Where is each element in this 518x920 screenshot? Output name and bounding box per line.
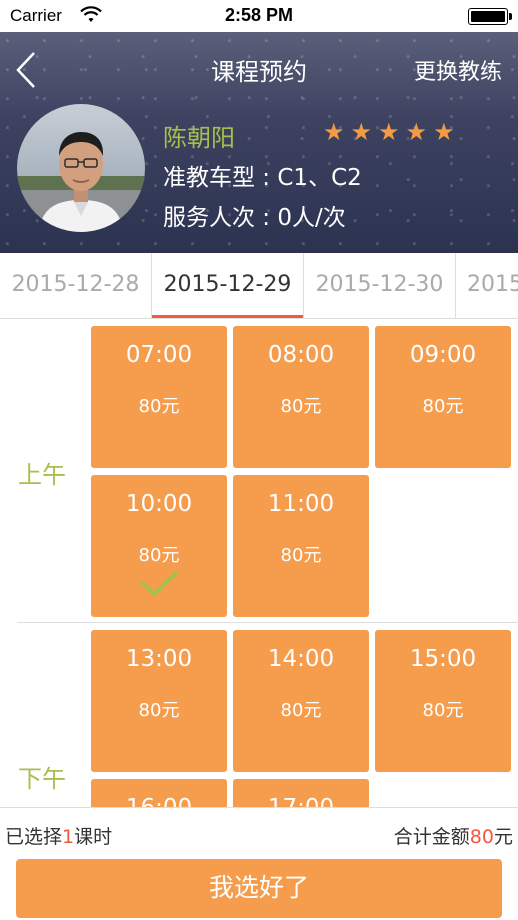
date-tab-label: 2015-12-28 bbox=[11, 272, 140, 297]
date-tabs: 2015-12-28 2015-12-29 2015-12-30 2015 bbox=[0, 253, 518, 319]
total-amount-summary: 合计金额80元 bbox=[394, 822, 513, 849]
slot-price: 80元 bbox=[422, 700, 464, 721]
checkmark-icon bbox=[140, 571, 178, 596]
afternoon-label: 下午 bbox=[18, 765, 66, 793]
total-suffix: 元 bbox=[493, 826, 513, 848]
slot-price: 80元 bbox=[280, 545, 322, 566]
date-tab-active[interactable]: 2015-12-29 bbox=[152, 253, 304, 318]
time-slot[interactable]: 16:00 bbox=[91, 779, 227, 807]
slot-price: 80元 bbox=[280, 396, 322, 417]
battery-icon bbox=[468, 8, 512, 25]
section-divider bbox=[17, 622, 518, 623]
date-tab-label: 2015 bbox=[467, 272, 518, 297]
slot-time: 14:00 bbox=[267, 646, 335, 672]
total-prefix: 合计金额 bbox=[393, 826, 470, 848]
time-slot-selected[interactable]: 10:00 80元 bbox=[91, 475, 227, 617]
slot-time: 13:00 bbox=[125, 646, 193, 672]
time-slot[interactable]: 08:00 80元 bbox=[233, 326, 369, 468]
time-slot[interactable]: 13:00 80元 bbox=[91, 630, 227, 772]
star-icon: ★ bbox=[378, 118, 400, 146]
slot-price: 80元 bbox=[138, 396, 180, 417]
confirm-button[interactable]: 我选好了 bbox=[16, 859, 502, 918]
slot-price: 80元 bbox=[422, 396, 464, 417]
total-amount: 80 bbox=[469, 826, 494, 848]
selected-suffix: 课时 bbox=[74, 826, 113, 848]
coach-header: 课程预约 更换教练 陈朝阳 ★ ★ ★ ★ ★ 准教车型 : C1、C2 服务人… bbox=[0, 32, 518, 253]
coach-name: 陈朝阳 bbox=[163, 124, 235, 152]
time-slot[interactable]: 07:00 80元 bbox=[91, 326, 227, 468]
time-slot[interactable]: 17:00 bbox=[233, 779, 369, 807]
status-bar: Carrier 2:58 PM bbox=[0, 0, 518, 32]
coach-car-types: 准教车型 : C1、C2 bbox=[163, 165, 362, 191]
star-icon: ★ bbox=[323, 118, 345, 146]
slot-time: 17:00 bbox=[233, 795, 369, 807]
slot-time: 07:00 bbox=[125, 342, 193, 368]
slot-time: 16:00 bbox=[91, 795, 227, 807]
active-tab-indicator bbox=[152, 315, 303, 318]
slot-time: 09:00 bbox=[409, 342, 477, 368]
coach-rating: ★ ★ ★ ★ ★ bbox=[323, 120, 455, 144]
date-tab[interactable]: 2015-12-30 bbox=[304, 253, 456, 318]
slot-price: 80元 bbox=[280, 700, 322, 721]
star-icon: ★ bbox=[350, 118, 373, 146]
selected-prefix: 已选择 bbox=[5, 826, 63, 848]
change-coach-button[interactable]: 更换教练 bbox=[414, 54, 502, 86]
time-slot-list: 上午 07:00 80元 08:00 80元 09:00 80元 10:00 8… bbox=[0, 319, 518, 807]
slot-time: 08:00 bbox=[267, 342, 335, 368]
slot-price: 80元 bbox=[138, 545, 180, 566]
time-slot[interactable]: 15:00 80元 bbox=[375, 630, 511, 772]
booking-footer: 已选择1课时 合计金额80元 我选好了 bbox=[0, 807, 518, 920]
slot-price: 80元 bbox=[138, 700, 180, 721]
selected-count: 1 bbox=[62, 826, 75, 848]
morning-label: 上午 bbox=[18, 461, 66, 489]
date-tab[interactable]: 2015 bbox=[456, 253, 518, 318]
coach-avatar bbox=[17, 104, 145, 232]
slot-time: 10:00 bbox=[125, 491, 193, 517]
star-icon: ★ bbox=[433, 118, 455, 146]
star-icon: ★ bbox=[405, 118, 428, 146]
slot-time: 15:00 bbox=[409, 646, 477, 672]
time-slot[interactable]: 14:00 80元 bbox=[233, 630, 369, 772]
date-tab[interactable]: 2015-12-28 bbox=[0, 253, 152, 318]
selected-lessons-summary: 已选择1课时 bbox=[5, 822, 112, 849]
date-tab-label: 2015-12-29 bbox=[163, 272, 292, 297]
time-slot[interactable]: 09:00 80元 bbox=[375, 326, 511, 468]
time-slot[interactable]: 11:00 80元 bbox=[233, 475, 369, 617]
status-time: 2:58 PM bbox=[224, 5, 294, 25]
coach-service-count: 服务人次 : 0人/次 bbox=[163, 205, 346, 231]
date-tab-label: 2015-12-30 bbox=[315, 272, 444, 297]
slot-time: 11:00 bbox=[267, 491, 335, 517]
